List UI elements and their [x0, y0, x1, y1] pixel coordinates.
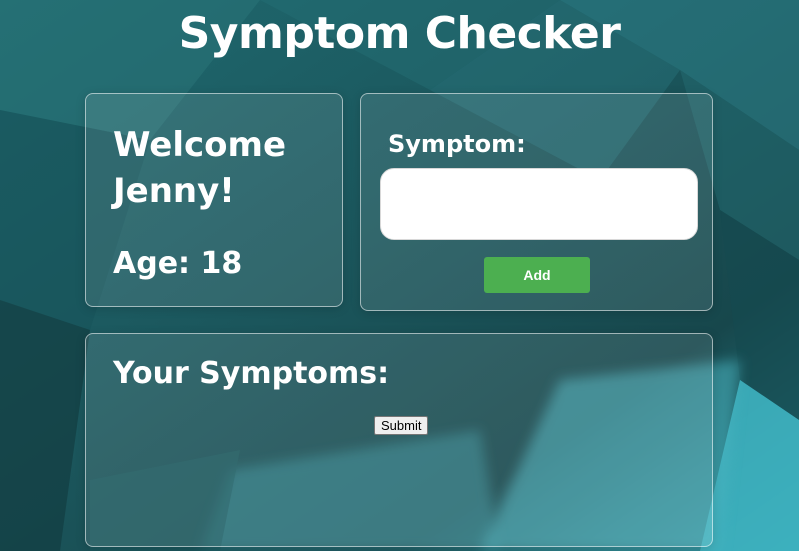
welcome-card: Welcome Jenny! Age: 18: [85, 93, 343, 307]
symptom-entry-card: Symptom: Add: [360, 93, 713, 311]
age-display: Age: 18: [113, 246, 243, 281]
page-title: Symptom Checker: [178, 8, 621, 59]
symptom-label: Symptom:: [388, 130, 526, 158]
welcome-message: Welcome Jenny!: [113, 125, 287, 211]
symptoms-list-card: Your Symptoms: Submit: [85, 333, 713, 547]
symptoms-heading: Your Symptoms:: [113, 356, 390, 391]
submit-button[interactable]: Submit: [374, 416, 429, 435]
symptom-input[interactable]: [380, 168, 698, 240]
add-button[interactable]: Add: [484, 257, 590, 293]
